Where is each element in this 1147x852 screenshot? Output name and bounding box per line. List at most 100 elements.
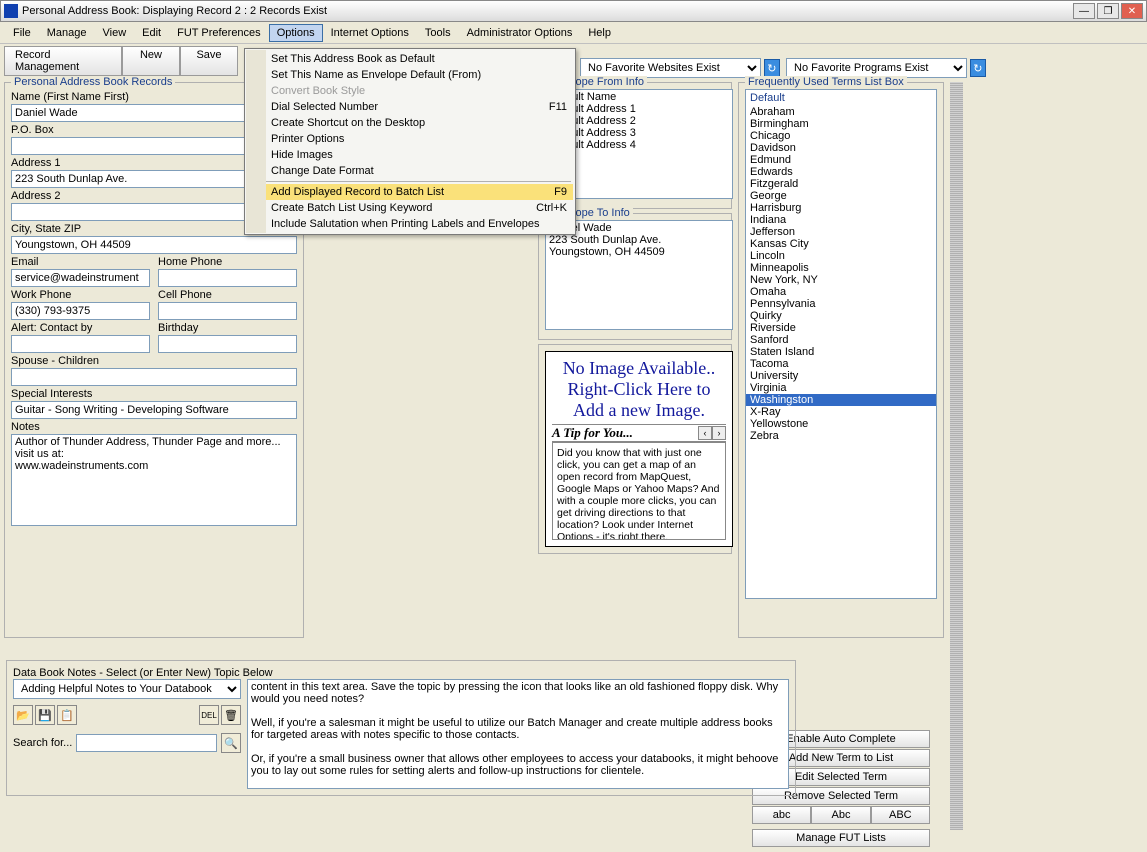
- fut-item[interactable]: Quirky: [746, 310, 936, 322]
- fut-item[interactable]: Washingston: [746, 394, 936, 406]
- dd-salutation[interactable]: Include Salutation when Printing Labels …: [247, 216, 573, 232]
- fut-item[interactable]: Riverside: [746, 322, 936, 334]
- tip-prev-button[interactable]: ‹: [698, 426, 712, 440]
- close-button[interactable]: ✕: [1121, 3, 1143, 19]
- bday-field[interactable]: [158, 335, 297, 353]
- label-si: Special Interests: [11, 388, 297, 400]
- label-notes: Notes: [11, 421, 297, 433]
- menu-options[interactable]: Options: [269, 24, 323, 42]
- fut-item[interactable]: Staten Island: [746, 346, 936, 358]
- trash-icon[interactable]: 🗑: [221, 705, 241, 725]
- dd-dial[interactable]: Dial Selected NumberF11: [247, 99, 573, 115]
- folder-open-icon[interactable]: 📂: [13, 705, 33, 725]
- abc-lower-button[interactable]: abc: [752, 806, 811, 824]
- hphone-field[interactable]: [158, 269, 297, 287]
- fut-item[interactable]: Minneapolis: [746, 262, 936, 274]
- manage-fut-button[interactable]: Manage FUT Lists: [752, 829, 930, 847]
- menu-help[interactable]: Help: [580, 24, 619, 42]
- dn-legend: Data Book Notes - Select (or Enter New) …: [13, 667, 273, 679]
- fut-item[interactable]: Zebra: [746, 430, 936, 442]
- spouse-field[interactable]: [11, 368, 297, 386]
- menu-manage[interactable]: Manage: [39, 24, 95, 42]
- fut-item[interactable]: X-Ray: [746, 406, 936, 418]
- cphone-field[interactable]: [158, 302, 297, 320]
- notes-field[interactable]: Author of Thunder Address, Thunder Page …: [11, 434, 297, 526]
- dd-add-batch[interactable]: Add Displayed Record to Batch ListF9: [247, 184, 573, 200]
- label-cphone: Cell Phone: [158, 289, 297, 301]
- dd-create-batch-keyword[interactable]: Create Batch List Using KeywordCtrl+K: [247, 200, 573, 216]
- save-icon[interactable]: 💾: [35, 705, 55, 725]
- minimize-button[interactable]: —: [1073, 3, 1095, 19]
- menu-edit[interactable]: Edit: [134, 24, 169, 42]
- fut-item[interactable]: George: [746, 190, 936, 202]
- fut-item[interactable]: University: [746, 370, 936, 382]
- fut-item[interactable]: Sanford: [746, 334, 936, 346]
- menu-bar: File Manage View Edit FUT Preferences Op…: [0, 22, 1147, 44]
- options-dropdown: Set This Address Book as Default Set Thi…: [244, 48, 576, 235]
- fut-item[interactable]: Chicago: [746, 130, 936, 142]
- tip-text: Did you know that with just one click, y…: [552, 442, 726, 540]
- env-to-text[interactable]: Daniel Wade 223 South Dunlap Ave. Youngs…: [545, 220, 733, 330]
- programs-combo[interactable]: No Favorite Programs Exist: [786, 58, 967, 78]
- abc-upper-button[interactable]: ABC: [871, 806, 930, 824]
- fut-item[interactable]: Virginia: [746, 382, 936, 394]
- fut-item[interactable]: Tacoma: [746, 358, 936, 370]
- new-button[interactable]: New: [122, 46, 180, 76]
- menu-tools[interactable]: Tools: [417, 24, 459, 42]
- fut-item[interactable]: Lincoln: [746, 250, 936, 262]
- dd-set-envelope[interactable]: Set This Name as Envelope Default (From): [247, 67, 573, 83]
- fut-item[interactable]: Edmund: [746, 154, 936, 166]
- dd-date-format[interactable]: Change Date Format: [247, 163, 573, 179]
- wphone-field[interactable]: [11, 302, 150, 320]
- menu-view[interactable]: View: [95, 24, 135, 42]
- fut-item[interactable]: Birmingham: [746, 118, 936, 130]
- fut-item[interactable]: Pennsylvania: [746, 298, 936, 310]
- window-title: Personal Address Book: Displaying Record…: [22, 5, 1073, 17]
- menu-administrator-options[interactable]: Administrator Options: [459, 24, 581, 42]
- fut-item[interactable]: Fitzgerald: [746, 178, 936, 190]
- fut-item[interactable]: New York, NY: [746, 274, 936, 286]
- fut-item[interactable]: Harrisburg: [746, 202, 936, 214]
- image-box[interactable]: No Image Available.. Right-Click Here to…: [545, 351, 733, 547]
- label-alert: Alert: Contact by: [11, 322, 150, 334]
- fut-header: Default: [746, 90, 936, 106]
- programs-go-button[interactable]: ↻: [970, 59, 986, 77]
- menu-file[interactable]: File: [5, 24, 39, 42]
- label-email: Email: [11, 256, 150, 268]
- copy-icon[interactable]: 📋: [57, 705, 77, 725]
- menu-fut-preferences[interactable]: FUT Preferences: [169, 24, 269, 42]
- app-icon: [4, 4, 18, 18]
- record-management-button[interactable]: Record Management: [4, 46, 122, 76]
- fut-item[interactable]: Jefferson: [746, 226, 936, 238]
- fut-item[interactable]: Yellowstone: [746, 418, 936, 430]
- websites-combo[interactable]: No Favorite Websites Exist: [580, 58, 761, 78]
- fut-item[interactable]: Kansas City: [746, 238, 936, 250]
- label-hphone: Home Phone: [158, 256, 297, 268]
- tip-next-button[interactable]: ›: [712, 426, 726, 440]
- label-wphone: Work Phone: [11, 289, 150, 301]
- dd-hide-images[interactable]: Hide Images: [247, 147, 573, 163]
- fut-item[interactable]: Indiana: [746, 214, 936, 226]
- delete-icon[interactable]: DEL: [199, 705, 219, 725]
- fut-item[interactable]: Abraham: [746, 106, 936, 118]
- abc-title-button[interactable]: Abc: [811, 806, 870, 824]
- menu-internet-options[interactable]: Internet Options: [323, 24, 417, 42]
- si-field[interactable]: [11, 401, 297, 419]
- dn-text[interactable]: content in this text area. Save the topi…: [247, 679, 789, 789]
- websites-go-button[interactable]: ↻: [764, 59, 780, 77]
- email-field[interactable]: [11, 269, 150, 287]
- alert-field[interactable]: [11, 335, 150, 353]
- search-icon[interactable]: 🔍: [221, 733, 241, 753]
- csz-field[interactable]: [11, 236, 297, 254]
- maximize-button[interactable]: ❐: [1097, 3, 1119, 19]
- dd-set-default[interactable]: Set This Address Book as Default: [247, 51, 573, 67]
- search-field[interactable]: [76, 734, 217, 752]
- save-button[interactable]: Save: [180, 46, 238, 76]
- fut-listbox[interactable]: Default AbrahamBirminghamChicagoDavidson…: [745, 89, 937, 599]
- fut-item[interactable]: Omaha: [746, 286, 936, 298]
- dd-shortcut[interactable]: Create Shortcut on the Desktop: [247, 115, 573, 131]
- dd-printer[interactable]: Printer Options: [247, 131, 573, 147]
- topic-combo[interactable]: Adding Helpful Notes to Your Databook: [13, 679, 241, 699]
- fut-item[interactable]: Edwards: [746, 166, 936, 178]
- fut-item[interactable]: Davidson: [746, 142, 936, 154]
